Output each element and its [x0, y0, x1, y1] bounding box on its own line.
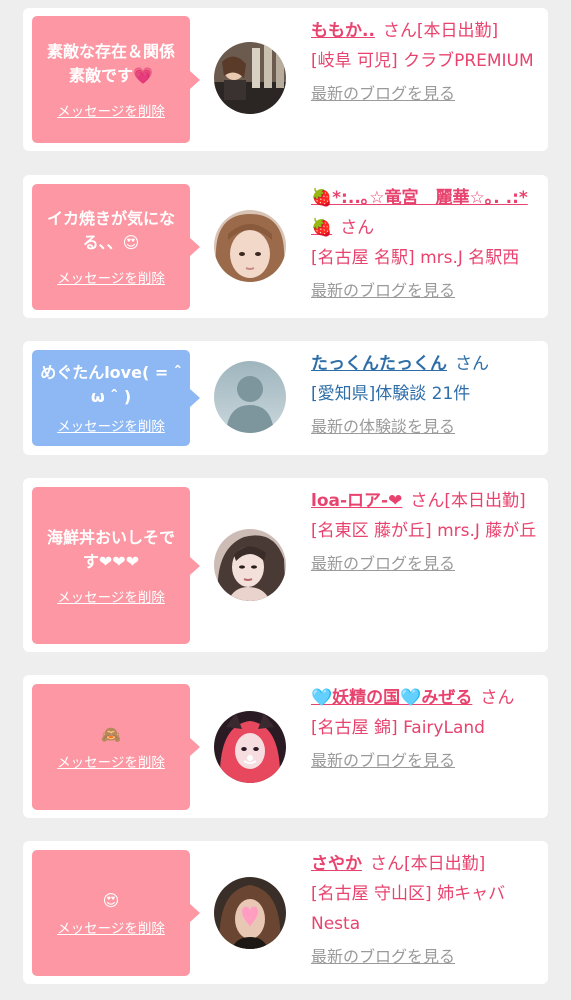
- honorific: さん: [410, 491, 445, 511]
- latest-blog-link[interactable]: 最新のブログを見る: [311, 276, 455, 306]
- delete-message-link[interactable]: メッセージを削除: [57, 267, 165, 287]
- honorific: さん: [340, 218, 375, 238]
- honorific: さん: [382, 21, 417, 41]
- latest-blog-link[interactable]: 最新のブログを見る: [311, 549, 455, 579]
- avatar-photo: [214, 210, 286, 282]
- sender-name-link[interactable]: さやか: [311, 854, 362, 874]
- honorific: さん: [370, 854, 404, 874]
- latest-review-link[interactable]: 最新の体験談を見る: [311, 412, 455, 442]
- latest-blog-link[interactable]: 最新のブログを見る: [311, 746, 455, 776]
- avatar[interactable]: [214, 210, 286, 282]
- sender-info: たっくんたっくん さん [愛知県]体験談 21件 最新の体験談を見る: [311, 349, 543, 442]
- avatar[interactable]: [214, 361, 286, 433]
- avatar[interactable]: [214, 711, 286, 783]
- avatar[interactable]: [214, 877, 286, 949]
- message-card: 海鮮丼おいしそです❤❤❤ メッセージを削除 loa-ロア-❤ さん[本日出勤] […: [23, 478, 548, 652]
- message-bubble: めぐたんlove( = ˆ ω ˆ ) メッセージを削除: [32, 350, 200, 446]
- delete-message-link[interactable]: メッセージを削除: [57, 100, 165, 120]
- sender-name-link[interactable]: loa-ロア-❤: [311, 491, 402, 511]
- message-card: 🙈 メッセージを削除 🩵妖精の国🩵みぜる さん [名古屋 錦] FairyLand…: [23, 675, 548, 818]
- sender-info: さやか さん[本日出勤] [名古屋 守山区] 姉キャバNesta 最新のブログを見…: [311, 849, 543, 972]
- sender-info: loa-ロア-❤ さん[本日出勤] [名東区 藤が丘] mrs.J 藤が丘 最新の…: [311, 486, 543, 579]
- message-bubble: 海鮮丼おいしそです❤❤❤ メッセージを削除: [32, 487, 200, 644]
- review-info: [愛知県]体験談 21件: [311, 384, 471, 404]
- avatar-photo: [214, 529, 286, 601]
- message-feed: 素敵な存在＆関係素敵です💗 メッセージを削除 ももか.. さん[本日出勤] [岐阜…: [0, 0, 571, 1000]
- sender-info: 🍓*:..｡☆竜宮 麗華☆｡. .:*🍓 さん [名古屋 名駅] mrs.J 名駅…: [311, 183, 543, 306]
- message-text: 素敵な存在＆関係素敵です💗: [46, 41, 175, 85]
- avatar[interactable]: [214, 42, 286, 114]
- sender-name-link[interactable]: 🩵妖精の国🩵みぜる: [311, 688, 472, 708]
- delete-message-link[interactable]: メッセージを削除: [57, 415, 165, 435]
- shop-info: [岐阜 可児] クラブPREMIUM: [311, 51, 534, 71]
- no-photo-placeholder: [214, 361, 286, 433]
- message-text: めぐたんlove( = ˆ ω ˆ ): [40, 363, 182, 406]
- avatar-photo: [214, 711, 286, 783]
- message-card: 😍 メッセージを削除 さやか さん[本日出勤] [名古屋 守山区] 姉キャバNes…: [23, 841, 548, 984]
- honorific: さん: [455, 354, 489, 374]
- status-badge: [本日出勤]: [404, 854, 486, 874]
- delete-message-link[interactable]: メッセージを削除: [57, 586, 165, 606]
- message-card: 素敵な存在＆関係素敵です💗 メッセージを削除 ももか.. さん[本日出勤] [岐阜…: [23, 8, 548, 151]
- sender-info: ももか.. さん[本日出勤] [岐阜 可児] クラブPREMIUM 最新のブログを…: [311, 16, 543, 109]
- shop-info: [名古屋 守山区] 姉キャバNesta: [311, 884, 506, 934]
- message-bubble: 😍 メッセージを削除: [32, 850, 200, 976]
- delete-message-link[interactable]: メッセージを削除: [57, 751, 165, 771]
- message-bubble: 🙈 メッセージを削除: [32, 684, 200, 810]
- message-text: 🙈: [101, 725, 121, 744]
- latest-blog-link[interactable]: 最新のブログを見る: [311, 942, 455, 972]
- latest-blog-link[interactable]: 最新のブログを見る: [311, 79, 455, 109]
- shop-info: [名東区 藤が丘] mrs.J 藤が丘: [311, 521, 537, 541]
- honorific: さん: [480, 688, 515, 708]
- sender-info: 🩵妖精の国🩵みぜる さん [名古屋 錦] FairyLand 最新のブログを見る: [311, 683, 543, 776]
- message-bubble: 素敵な存在＆関係素敵です💗 メッセージを削除: [32, 16, 200, 143]
- avatar[interactable]: [214, 529, 286, 601]
- delete-message-link[interactable]: メッセージを削除: [57, 917, 165, 937]
- sender-name-link[interactable]: ももか..: [311, 21, 375, 41]
- message-card: めぐたんlove( = ˆ ω ˆ ) メッセージを削除 たっくんたっくん さん …: [23, 341, 548, 455]
- message-text: 海鮮丼おいしそです❤❤❤: [46, 527, 175, 571]
- message-bubble: イカ焼きが気になる、、😍 メッセージを削除: [32, 184, 200, 310]
- status-badge: [本日出勤]: [444, 491, 526, 511]
- status-badge: [本日出勤]: [416, 21, 499, 41]
- shop-info: [名古屋 名駅] mrs.J 名駅西: [311, 248, 520, 268]
- message-card: イカ焼きが気になる、、😍 メッセージを削除 🍓*:..｡☆竜宮 麗華☆｡. .:…: [23, 175, 548, 318]
- avatar-photo: [214, 42, 286, 114]
- message-text: イカ焼きが気になる、、😍: [46, 209, 175, 252]
- avatar-photo: [214, 877, 286, 949]
- shop-info: [名古屋 錦] FairyLand: [311, 718, 485, 738]
- message-text: 😍: [102, 891, 120, 910]
- sender-name-link[interactable]: たっくんたっくん: [311, 354, 447, 374]
